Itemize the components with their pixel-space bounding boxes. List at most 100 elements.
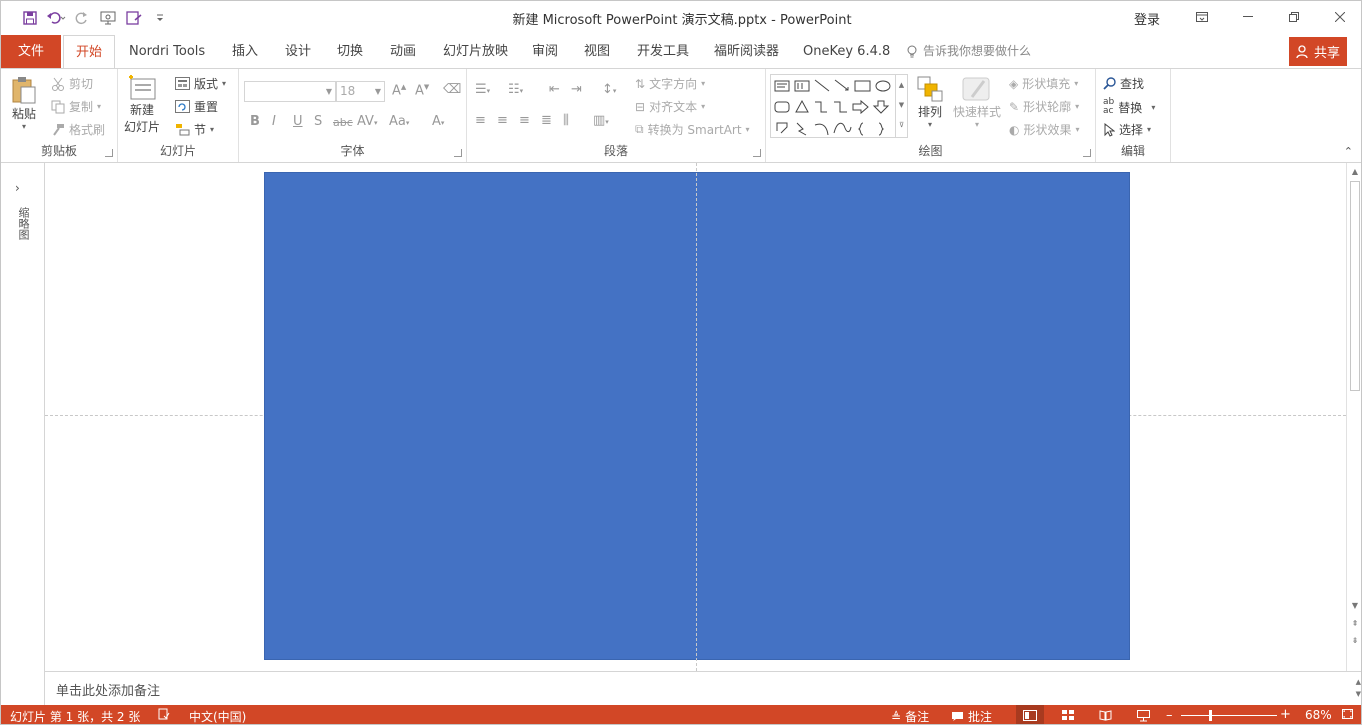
next-slide-icon[interactable]: ⇟ (1349, 636, 1361, 645)
vertical-scrollbar[interactable]: ▲ ▼ ⇞ ⇟ (1346, 163, 1361, 671)
fit-to-window-icon[interactable] (1341, 708, 1354, 720)
grow-font-icon[interactable]: A▲ (392, 83, 406, 98)
increase-indent-icon[interactable]: ⇥ (571, 82, 582, 97)
save-as-icon[interactable] (123, 7, 145, 29)
shape-fill-button[interactable]: ◈ 形状填充 ▾ (1009, 75, 1078, 92)
restore-icon[interactable] (1271, 1, 1317, 33)
new-slide-button[interactable]: 新建 幻灯片 (124, 75, 160, 135)
shrink-font-icon[interactable]: A▼ (415, 83, 429, 98)
format-painter-button[interactable]: 格式刷 (51, 121, 105, 138)
shape-outline-button[interactable]: ✎ 形状轮廓 ▾ (1009, 98, 1079, 115)
cut-button[interactable]: 剪切 (51, 75, 93, 92)
scroll-up-icon[interactable]: ▲ (1349, 167, 1361, 176)
zoom-out-icon[interactable]: – (1166, 708, 1173, 723)
tab-review[interactable]: 审阅 (520, 35, 570, 68)
align-text-button[interactable]: ⊟ 对齐文本 ▾ (635, 98, 705, 115)
undo-icon[interactable] (45, 7, 67, 29)
notes-placeholder[interactable]: 单击此处添加备注 (56, 680, 160, 699)
ribbon-display-options-icon[interactable] (1179, 1, 1225, 33)
find-button[interactable]: 查找 (1103, 75, 1144, 92)
current-slide[interactable] (264, 172, 1130, 660)
zoom-level[interactable]: 68% (1305, 708, 1332, 722)
tell-me-search[interactable]: 告诉我你想要做什么 (907, 35, 1031, 68)
clipboard-launcher-icon[interactable] (105, 149, 113, 157)
minimize-icon[interactable] (1225, 1, 1271, 33)
zoom-slider-thumb[interactable] (1209, 710, 1212, 721)
tab-foxit-reader[interactable]: 福昕阅读器 (702, 35, 791, 68)
presentation-from-start-icon[interactable] (97, 7, 119, 29)
decrease-indent-icon[interactable]: ⇤ (549, 82, 560, 97)
zoom-in-icon[interactable]: + (1280, 707, 1291, 722)
select-button[interactable]: 选择 ▾ (1103, 121, 1151, 138)
vertical-guide[interactable] (696, 163, 697, 671)
reading-view-icon[interactable] (1091, 705, 1119, 724)
layout-button[interactable]: 版式 ▾ (175, 75, 226, 92)
tab-file[interactable]: 文件 (1, 35, 61, 68)
tab-view[interactable]: 视图 (572, 35, 622, 68)
underline-icon[interactable]: U (293, 114, 303, 129)
save-icon[interactable] (19, 7, 41, 29)
spell-check-icon[interactable] (158, 708, 170, 720)
login-link[interactable]: 登录 (1134, 9, 1160, 28)
tab-slideshow[interactable]: 幻灯片放映 (431, 35, 520, 68)
notes-toggle-button[interactable]: ≜ 备注 (891, 708, 929, 725)
font-color-icon[interactable]: A▾ (432, 114, 444, 129)
tab-developer[interactable]: 开发工具 (625, 35, 701, 68)
clear-formatting-icon[interactable]: ⌫ (443, 82, 461, 97)
replace-button[interactable]: ab ac 替换 ▾ (1103, 98, 1155, 116)
share-button[interactable]: 共享 (1289, 37, 1347, 66)
tab-design[interactable]: 设计 (273, 35, 323, 68)
character-spacing-icon[interactable]: AV▾ (357, 114, 377, 129)
italic-icon[interactable]: I (272, 114, 276, 129)
align-left-icon[interactable]: ≡ (475, 113, 486, 128)
tab-nordri-tools[interactable]: Nordri Tools (117, 35, 217, 68)
quick-styles-button[interactable]: 快速样式 ▾ (953, 75, 1001, 129)
tab-onekey[interactable]: OneKey 6.4.8 (791, 35, 902, 68)
distributed-icon[interactable]: ⫼ (563, 113, 569, 128)
notes-pane[interactable]: 单击此处添加备注 ▲ ▼ (45, 671, 1361, 705)
text-direction-button[interactable]: ⇅ 文字方向 ▾ (635, 75, 705, 92)
drawing-launcher-icon[interactable] (1083, 149, 1091, 157)
redo-icon[interactable] (71, 7, 93, 29)
shape-effects-button[interactable]: ◐ 形状效果 ▾ (1009, 121, 1080, 138)
tab-home[interactable]: 开始 (63, 35, 116, 69)
font-name-combo[interactable]: ▼ (244, 81, 336, 102)
reset-button[interactable]: 重置 (175, 98, 218, 115)
paste-button[interactable]: 粘贴 ▾ (11, 75, 37, 131)
slideshow-view-icon[interactable] (1129, 705, 1157, 724)
collapse-ribbon-icon[interactable]: ⌃ (1344, 145, 1353, 158)
font-size-combo[interactable]: 18 ▼ (336, 81, 385, 102)
paragraph-launcher-icon[interactable] (753, 149, 761, 157)
bullets-icon[interactable]: ☰▾ (475, 82, 490, 97)
expand-thumbnails-icon[interactable]: › (15, 181, 20, 195)
scroll-thumb[interactable] (1350, 181, 1360, 391)
section-button[interactable]: 节 ▾ (175, 121, 214, 138)
shadow-icon[interactable]: S (314, 114, 322, 129)
align-center-icon[interactable]: ≡ (497, 113, 508, 128)
tab-animations[interactable]: 动画 (378, 35, 428, 68)
bold-icon[interactable]: B (250, 114, 260, 129)
notes-scroll-icon[interactable]: ▲ ▼ (1356, 676, 1361, 700)
shapes-gallery-scroll[interactable]: ▲ ▼ ⊽ (895, 75, 907, 137)
comments-toggle-button[interactable]: 批注 (951, 708, 992, 724)
font-launcher-icon[interactable] (454, 149, 462, 157)
customize-qat-icon[interactable] (149, 7, 171, 29)
close-icon[interactable] (1317, 1, 1361, 33)
justify-icon[interactable]: ≣ (541, 113, 552, 128)
normal-view-icon[interactable] (1016, 705, 1044, 724)
tab-transitions[interactable]: 切换 (325, 35, 375, 68)
smartart-button[interactable]: ⧉ 转换为 SmartArt ▾ (635, 121, 750, 138)
previous-slide-icon[interactable]: ⇞ (1349, 619, 1361, 628)
line-spacing-icon[interactable]: ↕▾ (602, 82, 616, 97)
align-right-icon[interactable]: ≡ (519, 113, 530, 128)
shapes-gallery[interactable]: ▲ ▼ ⊽ (770, 74, 908, 138)
language-indicator[interactable]: 中文(中国) (189, 708, 246, 724)
slide-editing-canvas[interactable] (45, 163, 1346, 671)
scroll-down-icon[interactable]: ▼ (1349, 601, 1361, 610)
arrange-button[interactable]: 排列 ▾ (916, 75, 944, 129)
slide-sorter-view-icon[interactable] (1054, 705, 1082, 724)
zoom-slider-track[interactable] (1181, 715, 1277, 716)
tab-insert[interactable]: 插入 (220, 35, 270, 68)
copy-button[interactable]: 复制 ▾ (51, 98, 101, 115)
columns-icon[interactable]: ▥▾ (593, 113, 609, 128)
